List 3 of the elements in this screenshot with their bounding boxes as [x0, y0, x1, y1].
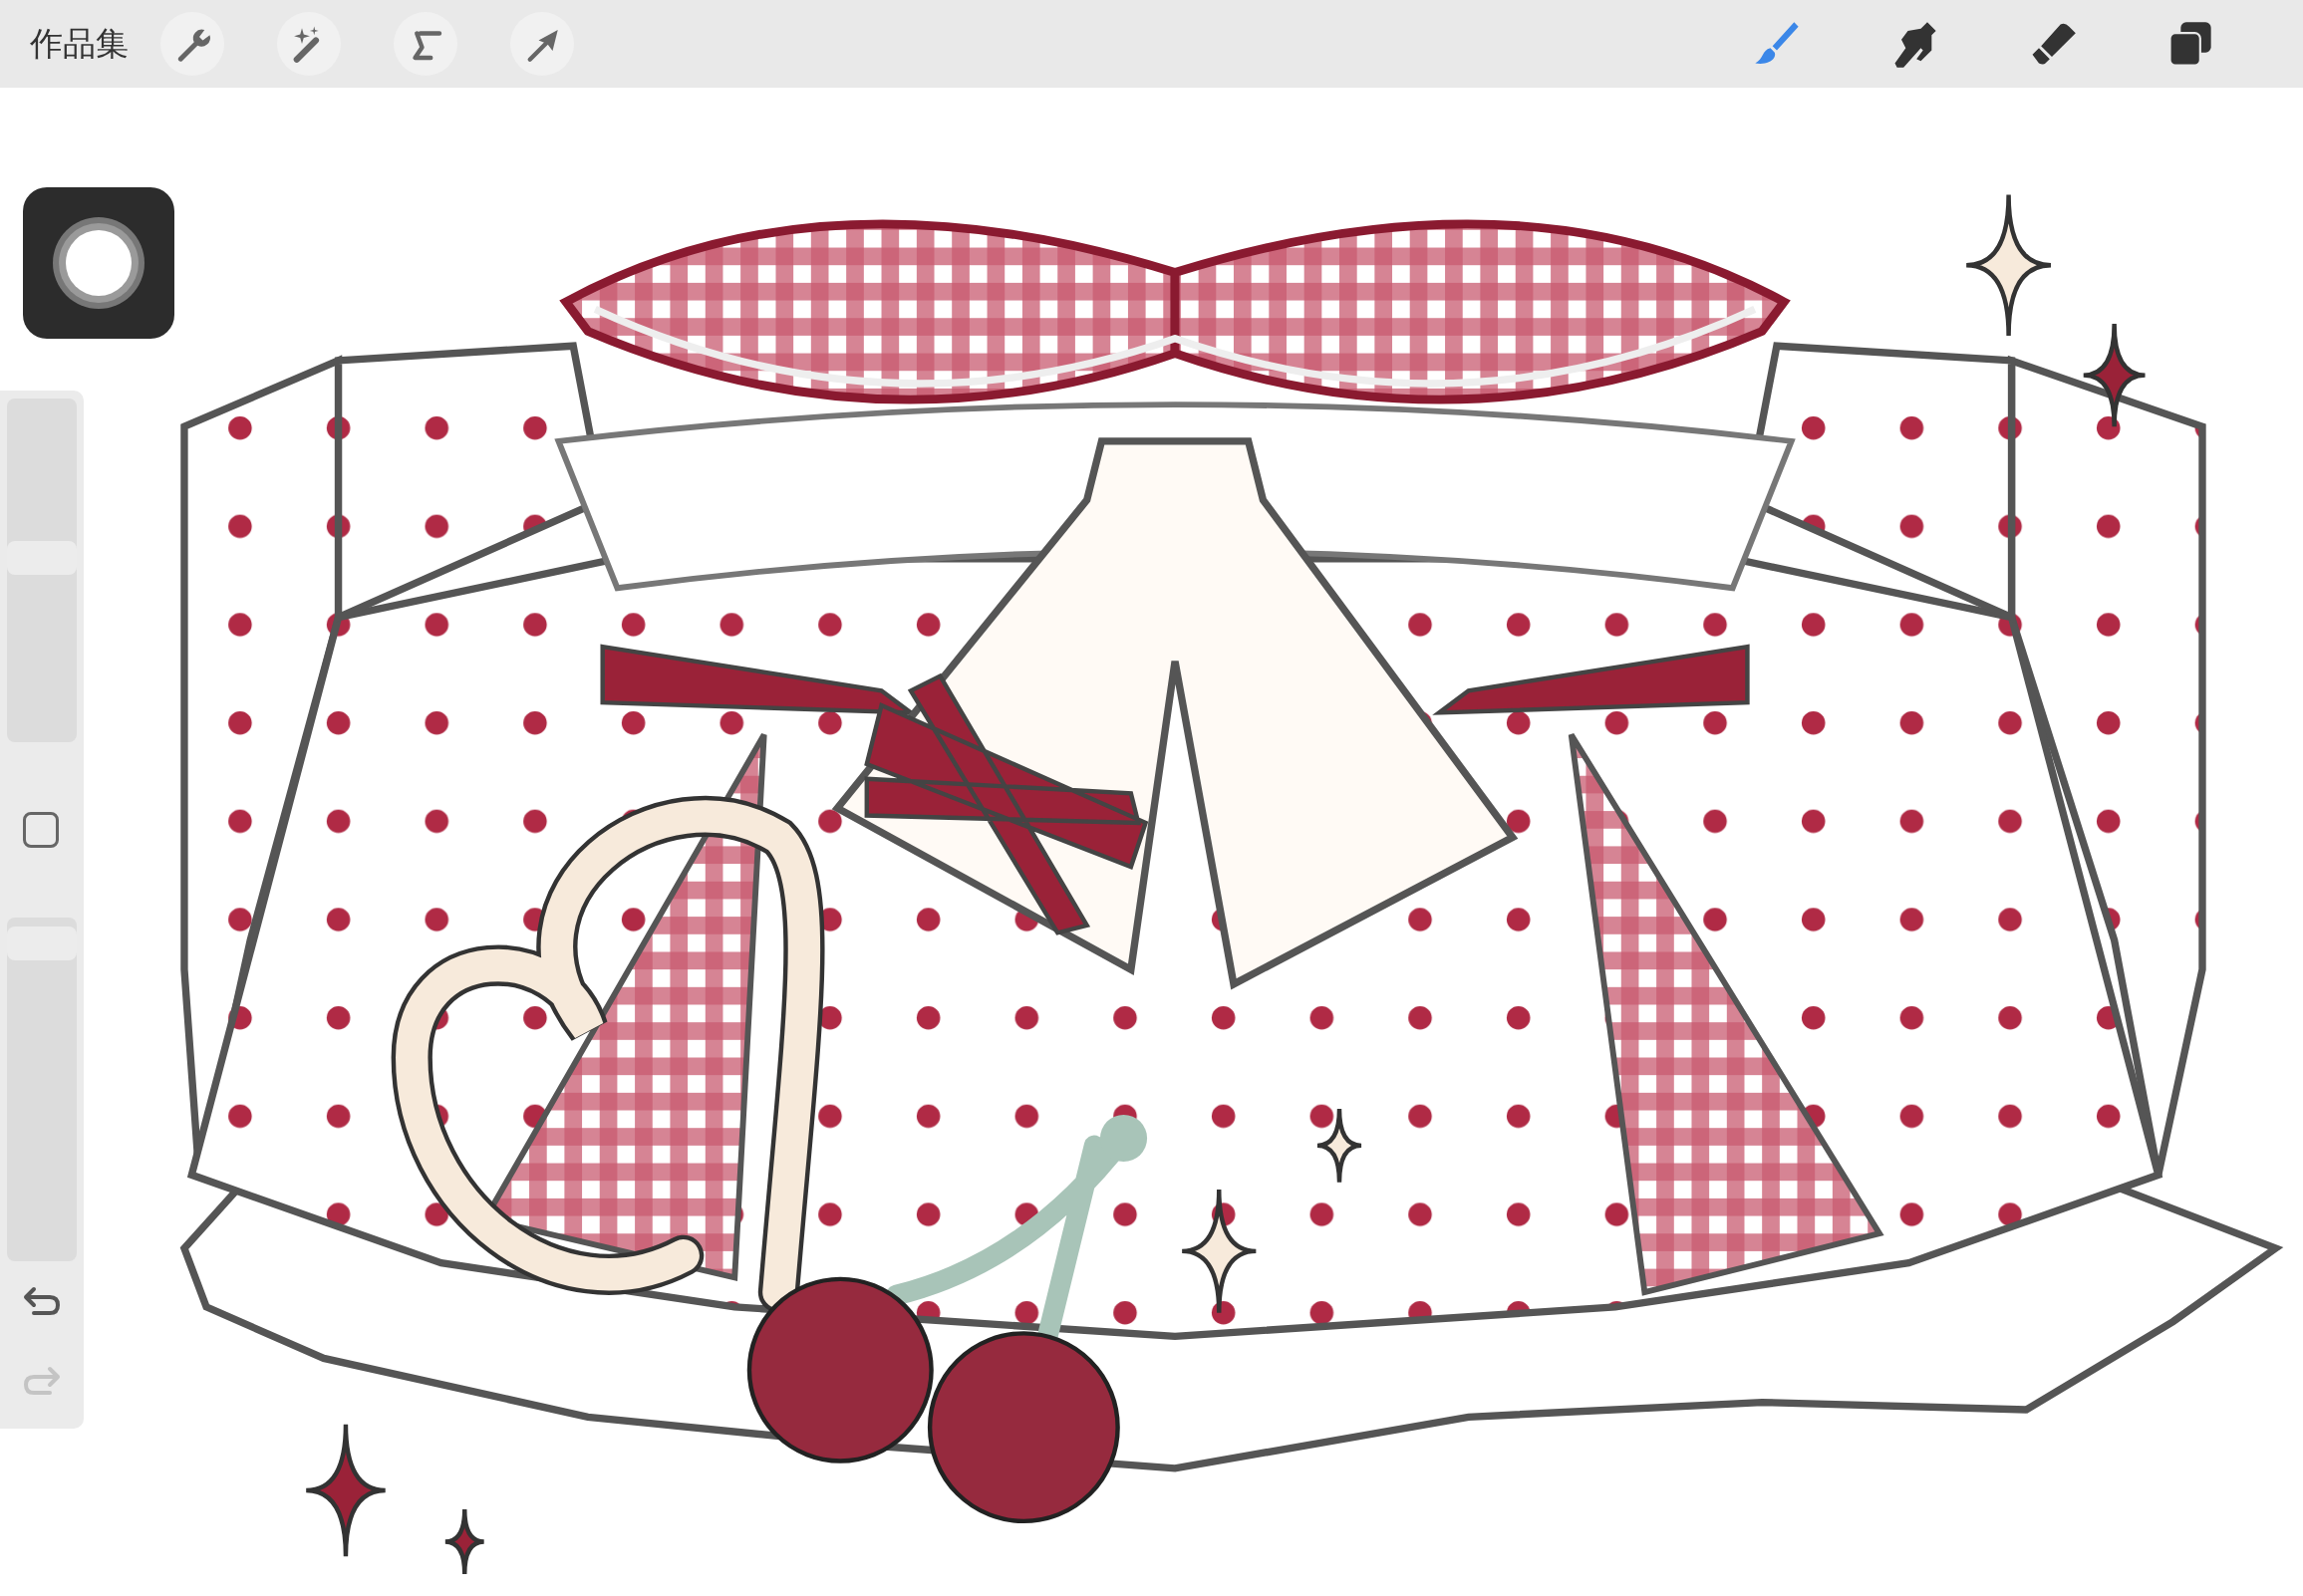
modify-button[interactable] [23, 812, 59, 848]
gallery-link[interactable]: 作品集 [30, 21, 129, 67]
quickmenu-button[interactable] [23, 187, 174, 339]
